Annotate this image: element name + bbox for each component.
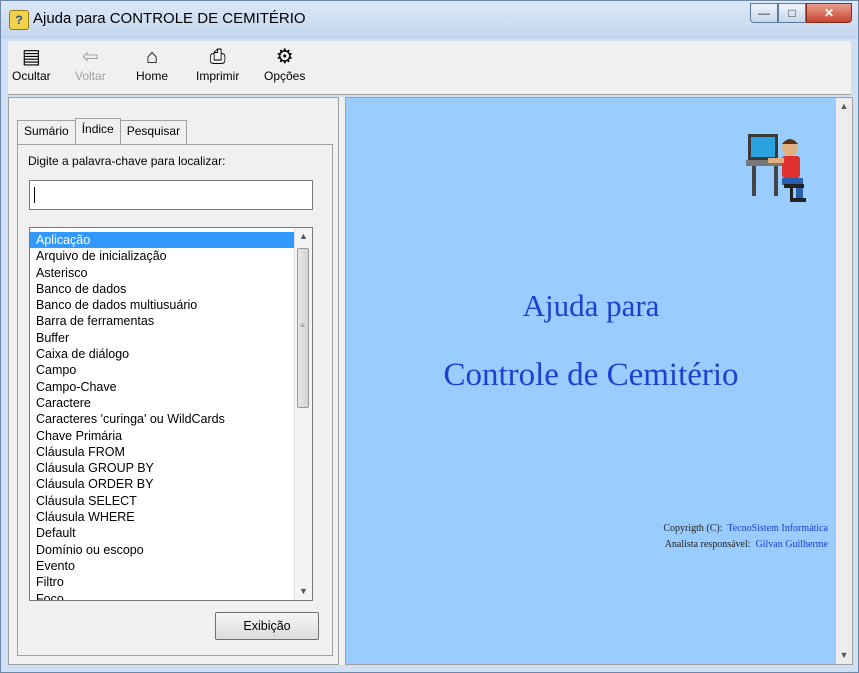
- index-list-item[interactable]: Banco de dados multiusuário: [30, 297, 294, 313]
- index-list-item[interactable]: Cláusula ORDER BY: [30, 476, 294, 492]
- back-label: Voltar: [75, 69, 106, 83]
- index-list-item[interactable]: Asterisco: [30, 265, 294, 281]
- toolbar: ▤ Ocultar ⇦ Voltar ⌂ Home ⎙ Imprimir ⚙ O…: [8, 41, 851, 95]
- index-list-item[interactable]: Filtro: [30, 574, 294, 590]
- show-button[interactable]: Exibição: [215, 612, 319, 640]
- index-list-item[interactable]: Cláusula FROM: [30, 444, 294, 460]
- tab-contents[interactable]: Sumário: [17, 120, 76, 144]
- index-list-item[interactable]: Cláusula SELECT: [30, 493, 294, 509]
- hide-label: Ocultar: [12, 69, 51, 83]
- title-bar[interactable]: ? Ajuda para CONTROLE DE CEMITÉRIO — □ ✕: [1, 1, 858, 39]
- copyright-block: Copyrigth (C): TecnoSistem Informática A…: [663, 521, 828, 553]
- index-list-items: Aplicação Arquivo de inicialização Asteris…: [30, 232, 294, 600]
- index-list-item[interactable]: Evento: [30, 558, 294, 574]
- index-list-item[interactable]: Cláusula GROUP BY: [30, 460, 294, 476]
- copyright-value: TecnoSistem Informática: [727, 523, 828, 534]
- keyword-prompt: Digite a palavra-chave para localizar:: [28, 154, 226, 168]
- scroll-up-arrow-icon[interactable]: ▲: [295, 228, 312, 245]
- heading-ajuda-para: Ajuda para: [522, 288, 660, 323]
- navigation-tabs: Sumário Índice Pesquisar: [17, 118, 188, 144]
- close-button[interactable]: ✕: [806, 3, 852, 23]
- home-label: Home: [136, 69, 169, 83]
- heading-controle-de-cemiterio: Controle de Cemitério: [443, 357, 739, 393]
- help-book-icon: ?: [9, 10, 29, 30]
- index-list-item[interactable]: Campo: [30, 362, 294, 378]
- minimize-button[interactable]: —: [750, 3, 778, 23]
- analyst-label: Analista responsável:: [664, 539, 751, 550]
- index-list-item[interactable]: Cláusula WHERE: [30, 509, 294, 525]
- index-list-item[interactable]: Arquivo de inicialização: [30, 248, 294, 264]
- options-label: Opções: [264, 69, 306, 83]
- analyst-value: Gilvan Guilherme: [755, 539, 828, 550]
- maximize-button[interactable]: □: [778, 3, 806, 23]
- copyright-label: Copyrigth (C):: [663, 523, 723, 534]
- index-list-item[interactable]: Barra de ferramentas: [30, 313, 294, 329]
- scroll-down-arrow-icon[interactable]: ▼: [295, 583, 312, 600]
- index-list-item[interactable]: Foco: [30, 591, 294, 600]
- scroll-thumb[interactable]: ≡: [297, 248, 309, 408]
- print-button[interactable]: ⎙ Imprimir: [196, 45, 239, 83]
- index-list-item[interactable]: Domínio ou escopo: [30, 542, 294, 558]
- index-list-item[interactable]: Banco de dados: [30, 281, 294, 297]
- back-button[interactable]: ⇦ Voltar: [75, 45, 106, 83]
- index-list-item[interactable]: Campo-Chave: [30, 379, 294, 395]
- index-list[interactable]: Aplicação Arquivo de inicialização Asteris…: [29, 227, 313, 601]
- index-list-scrollbar[interactable]: ▲ ≡ ▼: [294, 228, 312, 600]
- window-title: Ajuda para CONTROLE DE CEMITÉRIO: [33, 10, 306, 27]
- index-list-item[interactable]: Default: [30, 525, 294, 541]
- home-button[interactable]: ⌂ Home: [136, 45, 168, 83]
- options-icon: ⚙: [275, 46, 294, 68]
- grip-icon: ≡: [300, 321, 305, 330]
- text-caret: [34, 187, 35, 203]
- hide-button[interactable]: ▤ Ocultar: [12, 45, 51, 83]
- keyword-input[interactable]: [29, 180, 313, 210]
- index-list-item[interactable]: Caracteres 'curinga' ou WildCards: [30, 411, 294, 427]
- content-scroll-up-arrow-icon[interactable]: ▲: [836, 98, 852, 115]
- index-list-item[interactable]: Buffer: [30, 330, 294, 346]
- computer-user-illustration: [746, 134, 806, 202]
- tab-search[interactable]: Pesquisar: [119, 120, 188, 144]
- hide-icon: ▤: [21, 46, 41, 68]
- index-list-item[interactable]: Caixa de diálogo: [30, 346, 294, 362]
- help-window: ? Ajuda para CONTROLE DE CEMITÉRIO — □ ✕…: [0, 0, 859, 673]
- content-pane: Ajuda para Controle de Cemitério Copyrig…: [345, 97, 853, 665]
- options-button[interactable]: ⚙ Opções: [264, 45, 305, 83]
- index-list-item[interactable]: Aplicação: [30, 232, 294, 249]
- index-list-item[interactable]: Chave Primária: [30, 428, 294, 444]
- printer-icon: ⎙: [209, 46, 226, 68]
- tab-index[interactable]: Índice: [74, 118, 121, 142]
- content-scrollbar[interactable]: ▲ ▼: [836, 98, 852, 664]
- back-arrow-icon: ⇦: [81, 46, 99, 68]
- window-controls: — □ ✕: [750, 3, 852, 25]
- index-list-item[interactable]: Caractere: [30, 395, 294, 411]
- print-label: Imprimir: [196, 69, 240, 83]
- navigation-pane: Sumário Índice Pesquisar Digite a palavr…: [8, 97, 339, 665]
- content-scroll-down-arrow-icon[interactable]: ▼: [836, 647, 852, 664]
- home-icon: ⌂: [145, 46, 159, 68]
